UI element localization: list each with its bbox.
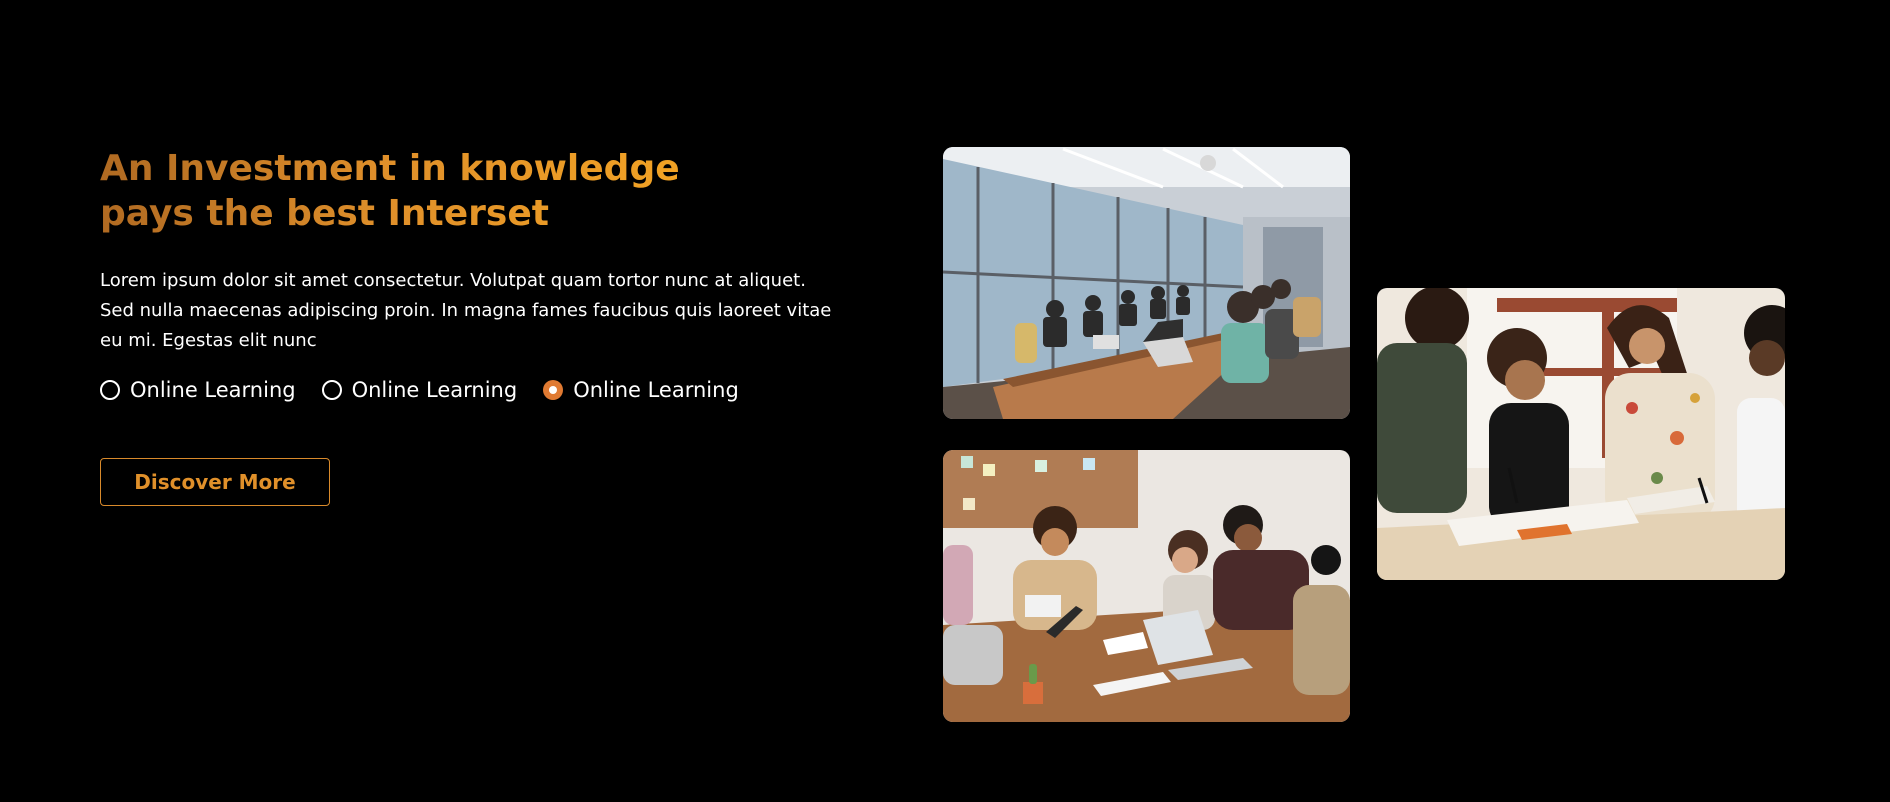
radio-unselected-icon[interactable] [321, 380, 342, 400]
radio-unselected-icon[interactable] [100, 380, 120, 400]
discover-more-button[interactable]: Discover More [100, 458, 330, 506]
learning-options-radio-group: Online Learning Online Learning Online L… [100, 378, 860, 402]
hero-section: An Investment in knowledge pays the best… [0, 0, 1890, 802]
option-online-learning-2[interactable]: Online Learning [321, 378, 518, 402]
option-label: Online Learning [351, 378, 518, 402]
hero-description: Lorem ipsum dolor sit amet consectetur. … [100, 270, 832, 351]
hero-text-block: An Investment in knowledge pays the best… [100, 146, 860, 506]
option-label: Online Learning [573, 378, 739, 402]
radio-selected-icon[interactable] [543, 380, 564, 400]
team-laptops-photo [943, 450, 1350, 722]
option-label: Online Learning [130, 378, 296, 402]
conference-room-photo [943, 147, 1350, 419]
option-online-learning-1[interactable]: Online Learning [100, 378, 296, 402]
hero-headline: An Investment in knowledge pays the best… [100, 146, 740, 236]
option-online-learning-3[interactable]: Online Learning [543, 378, 739, 402]
students-studying-photo [1377, 288, 1785, 580]
